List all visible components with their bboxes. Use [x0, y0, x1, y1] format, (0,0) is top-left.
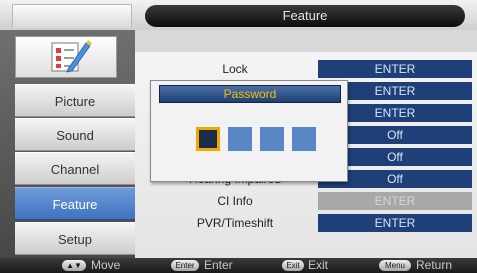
checklist-pencil-icon: [51, 40, 92, 73]
dialog-title: Password: [159, 85, 341, 103]
row-pvr-timeshift[interactable]: PVR/Timeshift ENTER: [135, 212, 477, 234]
enter-key-icon: Enter: [171, 260, 199, 271]
hint-move: Move: [91, 258, 121, 272]
content-header: [135, 30, 477, 52]
sidebar-icon-box: [15, 36, 117, 78]
move-key-icon: ▲▼: [62, 260, 86, 271]
menu-key-icon: Menu: [379, 260, 411, 271]
pin-digit-3[interactable]: [260, 127, 284, 151]
sidebar-item-setup[interactable]: Setup: [15, 222, 135, 255]
sidebar-item-feature[interactable]: Feature: [15, 187, 135, 220]
row-value: ENTER: [318, 192, 472, 210]
pin-digit-4[interactable]: [292, 127, 316, 151]
pin-digit-2[interactable]: [228, 127, 252, 151]
top-strip: Feature: [0, 0, 477, 30]
row-label: Lock: [222, 62, 248, 76]
hint-exit: Exit: [308, 258, 329, 272]
hint-enter: Enter: [204, 258, 233, 272]
hint-bar: ▲▼ Move Enter Enter Exit Exit Menu Retur…: [0, 258, 477, 273]
exit-key-icon: Exit: [282, 260, 304, 271]
tv-menu-screen: Feature Picture Sound Channel Feature Se…: [0, 0, 477, 273]
row-label: PVR/Timeshift: [196, 216, 274, 230]
pin-digit-1[interactable]: [196, 127, 220, 151]
row-value[interactable]: ENTER: [318, 214, 472, 232]
row-ci-info[interactable]: CI Info ENTER: [135, 190, 477, 212]
page-title: Feature: [145, 5, 465, 27]
sidebar: Picture Sound Channel Feature Setup: [0, 30, 135, 258]
row-value[interactable]: ENTER: [318, 60, 472, 78]
password-dialog: Password: [150, 80, 348, 182]
sidebar-item-sound[interactable]: Sound: [15, 118, 135, 151]
hint-return: Return: [416, 258, 453, 272]
top-left-tab: [12, 4, 132, 27]
sidebar-item-channel[interactable]: Channel: [15, 152, 135, 185]
sidebar-item-picture[interactable]: Picture: [15, 84, 135, 117]
row-lock[interactable]: Lock ENTER: [135, 58, 477, 80]
row-label: CI Info: [217, 194, 253, 208]
